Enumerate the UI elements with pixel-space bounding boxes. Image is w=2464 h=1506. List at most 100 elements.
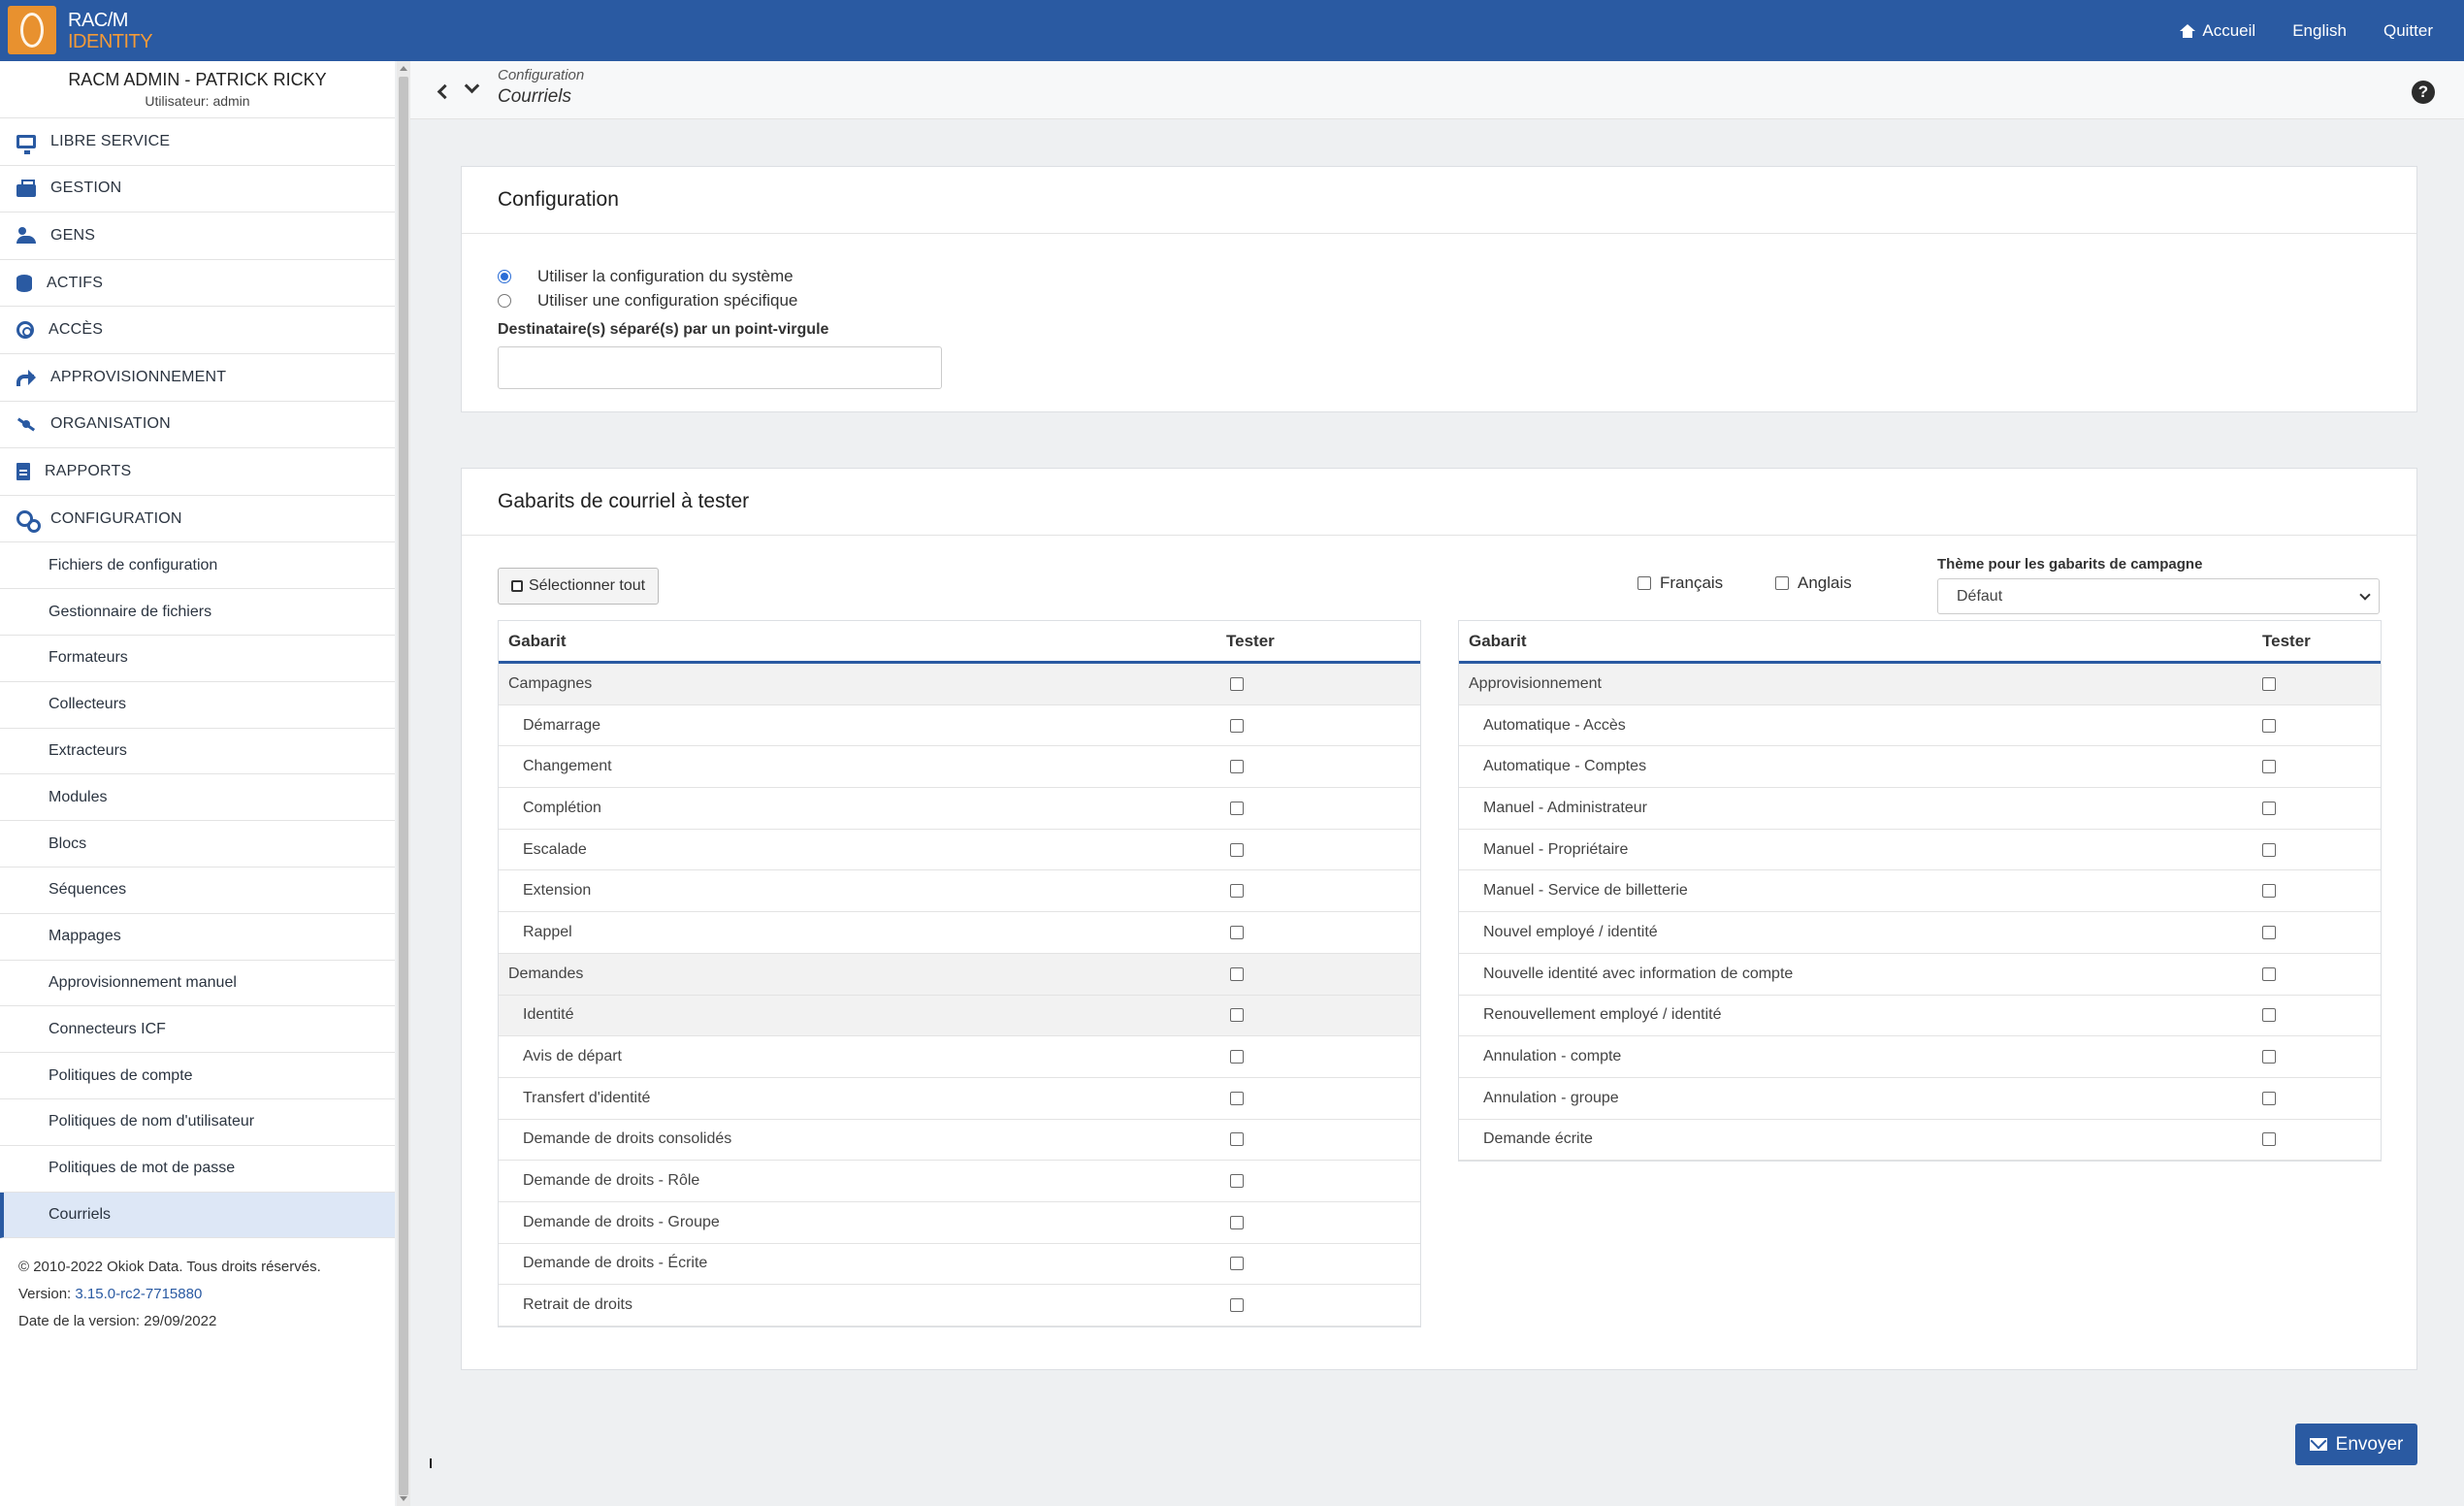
col-template-header: Gabarit bbox=[508, 631, 567, 650]
test-cell bbox=[1230, 1298, 1420, 1313]
option-specific-label: Utiliser une configuration spécifique bbox=[537, 290, 798, 310]
sidebar-subitem[interactable]: Modules bbox=[0, 774, 395, 822]
test-checkbox[interactable] bbox=[2262, 801, 2276, 815]
scroll-up-icon[interactable] bbox=[400, 66, 407, 71]
breadcrumb-parent[interactable]: Configuration bbox=[498, 67, 584, 83]
test-checkbox[interactable] bbox=[2262, 842, 2276, 857]
sidebar-subitem[interactable]: Collecteurs bbox=[0, 682, 395, 729]
test-cell bbox=[1230, 1091, 1420, 1105]
sidebar-item-configuration[interactable]: CONFIGURATION bbox=[0, 496, 395, 543]
send-button[interactable]: Envoyer bbox=[2295, 1424, 2417, 1465]
sidebar-item-acc-s[interactable]: ACCÈS bbox=[0, 307, 395, 354]
test-checkbox[interactable] bbox=[1230, 1298, 1244, 1313]
logo-icon[interactable] bbox=[8, 6, 56, 54]
template-label: Annulation - groupe bbox=[1483, 1089, 1619, 1106]
sidebar-subitem[interactable]: Politiques de compte bbox=[0, 1053, 395, 1099]
sidebar-subitem[interactable]: Formateurs bbox=[0, 636, 395, 682]
quit-link[interactable]: Quitter bbox=[2383, 21, 2433, 41]
test-checkbox[interactable] bbox=[2262, 1091, 2276, 1105]
radio-system[interactable] bbox=[498, 269, 511, 283]
sidebar-subitem[interactable]: Politiques de nom d'utilisateur bbox=[0, 1099, 395, 1146]
test-checkbox[interactable] bbox=[1230, 1008, 1244, 1023]
sidebar-scrollbar[interactable] bbox=[397, 61, 410, 1506]
configuration-panel: Configuration Utiliser la configuration … bbox=[461, 166, 2417, 412]
theme-select[interactable]: Défaut bbox=[1937, 578, 2380, 614]
test-checkbox[interactable] bbox=[1230, 925, 1244, 939]
sidebar-subitem[interactable]: Politiques de mot de passe bbox=[0, 1146, 395, 1193]
template-label: Transfert d'identité bbox=[523, 1089, 651, 1106]
logo-text[interactable]: RAC/M IDENTITY bbox=[68, 10, 153, 52]
sidebar-item-libre-service[interactable]: LIBRE SERVICE bbox=[0, 118, 395, 166]
option-system[interactable]: Utiliser la configuration du système bbox=[498, 264, 942, 288]
test-checkbox[interactable] bbox=[1230, 801, 1244, 815]
scrollbar-thumb[interactable] bbox=[399, 77, 408, 1495]
test-checkbox[interactable] bbox=[2262, 925, 2276, 939]
sidebar-subitem[interactable]: Connecteurs ICF bbox=[0, 1006, 395, 1054]
test-checkbox[interactable] bbox=[2262, 1050, 2276, 1064]
template-label: Automatique - Accès bbox=[1483, 716, 1626, 734]
expand-chevron-icon[interactable] bbox=[464, 78, 480, 94]
select-all-button[interactable]: Sélectionner tout bbox=[498, 568, 660, 605]
sidebar-item-gestion[interactable]: GESTION bbox=[0, 166, 395, 213]
sidebar-subitem[interactable]: Mappages bbox=[0, 914, 395, 961]
test-checkbox[interactable] bbox=[1230, 718, 1244, 733]
language-link[interactable]: English bbox=[2292, 21, 2347, 41]
table-row: Avis de départ bbox=[499, 1036, 1420, 1078]
template-label: Complétion bbox=[523, 799, 601, 816]
copyright-text: © 2010-2022 Okiok Data. Tous droits rése… bbox=[18, 1259, 321, 1276]
test-cell bbox=[1230, 760, 1420, 774]
english-checkbox[interactable] bbox=[1775, 576, 1789, 590]
test-checkbox[interactable] bbox=[1230, 760, 1244, 774]
test-cell bbox=[1230, 1257, 1420, 1271]
test-checkbox[interactable] bbox=[1230, 884, 1244, 899]
test-checkbox[interactable] bbox=[2262, 884, 2276, 899]
sidebar-subitem[interactable]: Séquences bbox=[0, 868, 395, 914]
test-checkbox[interactable] bbox=[1230, 1091, 1244, 1105]
help-icon[interactable]: ? bbox=[2412, 81, 2435, 104]
sidebar-subitem[interactable]: Courriels bbox=[0, 1192, 395, 1239]
test-checkbox[interactable] bbox=[2262, 1008, 2276, 1023]
version-link[interactable]: 3.15.0-rc2-7715880 bbox=[75, 1286, 202, 1302]
test-checkbox[interactable] bbox=[2262, 1132, 2276, 1147]
scroll-down-icon[interactable] bbox=[400, 1496, 407, 1501]
lang-english-option[interactable]: Anglais bbox=[1775, 573, 1852, 593]
test-checkbox[interactable] bbox=[2262, 966, 2276, 981]
back-chevron-icon[interactable] bbox=[437, 83, 453, 100]
test-cell bbox=[1230, 884, 1420, 899]
test-cell bbox=[1230, 1215, 1420, 1229]
test-checkbox[interactable] bbox=[1230, 842, 1244, 857]
test-checkbox[interactable] bbox=[2262, 676, 2276, 691]
sidebar-item-gens[interactable]: GENS bbox=[0, 213, 395, 260]
test-checkbox[interactable] bbox=[1230, 966, 1244, 981]
option-specific[interactable]: Utiliser une configuration spécifique bbox=[498, 288, 942, 312]
template-label: Demande écrite bbox=[1483, 1130, 1593, 1148]
test-checkbox[interactable] bbox=[1230, 1050, 1244, 1064]
test-checkbox[interactable] bbox=[1230, 1132, 1244, 1147]
lang-french-option[interactable]: Français bbox=[1637, 573, 1723, 593]
text-cursor bbox=[430, 1458, 432, 1468]
sidebar-item-label: GENS bbox=[50, 226, 96, 244]
sidebar-subitem[interactable]: Extracteurs bbox=[0, 729, 395, 775]
test-checkbox[interactable] bbox=[1230, 1215, 1244, 1229]
test-checkbox[interactable] bbox=[1230, 1174, 1244, 1189]
sidebar-item-rapports[interactable]: RAPPORTS bbox=[0, 448, 395, 496]
home-link[interactable]: Accueil bbox=[2180, 21, 2255, 41]
table-row: Automatique - Comptes bbox=[1459, 746, 2381, 789]
sidebar-item-actifs[interactable]: ACTIFS bbox=[0, 260, 395, 308]
sidebar-item-organisation[interactable]: ORGANISATION bbox=[0, 402, 395, 449]
sidebar-subitem[interactable]: Gestionnaire de fichiers bbox=[0, 589, 395, 636]
users-icon bbox=[16, 226, 36, 245]
test-checkbox[interactable] bbox=[2262, 760, 2276, 774]
sidebar-subitem[interactable]: Fichiers de configuration bbox=[0, 542, 395, 590]
test-checkbox[interactable] bbox=[2262, 718, 2276, 733]
sidebar-subitem[interactable]: Approvisionnement manuel bbox=[0, 961, 395, 1007]
test-checkbox[interactable] bbox=[1230, 676, 1244, 691]
test-checkbox[interactable] bbox=[1230, 1257, 1244, 1271]
recipients-input[interactable] bbox=[498, 346, 942, 389]
sidebar-item-approvisionnement[interactable]: APPROVISIONNEMENT bbox=[0, 354, 395, 402]
french-checkbox[interactable] bbox=[1637, 576, 1651, 590]
sidebar-subitem[interactable]: Blocs bbox=[0, 821, 395, 868]
template-label: Nouvel employé / identité bbox=[1483, 923, 1658, 940]
radio-specific[interactable] bbox=[498, 293, 511, 308]
templates-panel: Gabarits de courriel à tester Sélectionn… bbox=[461, 468, 2417, 1370]
